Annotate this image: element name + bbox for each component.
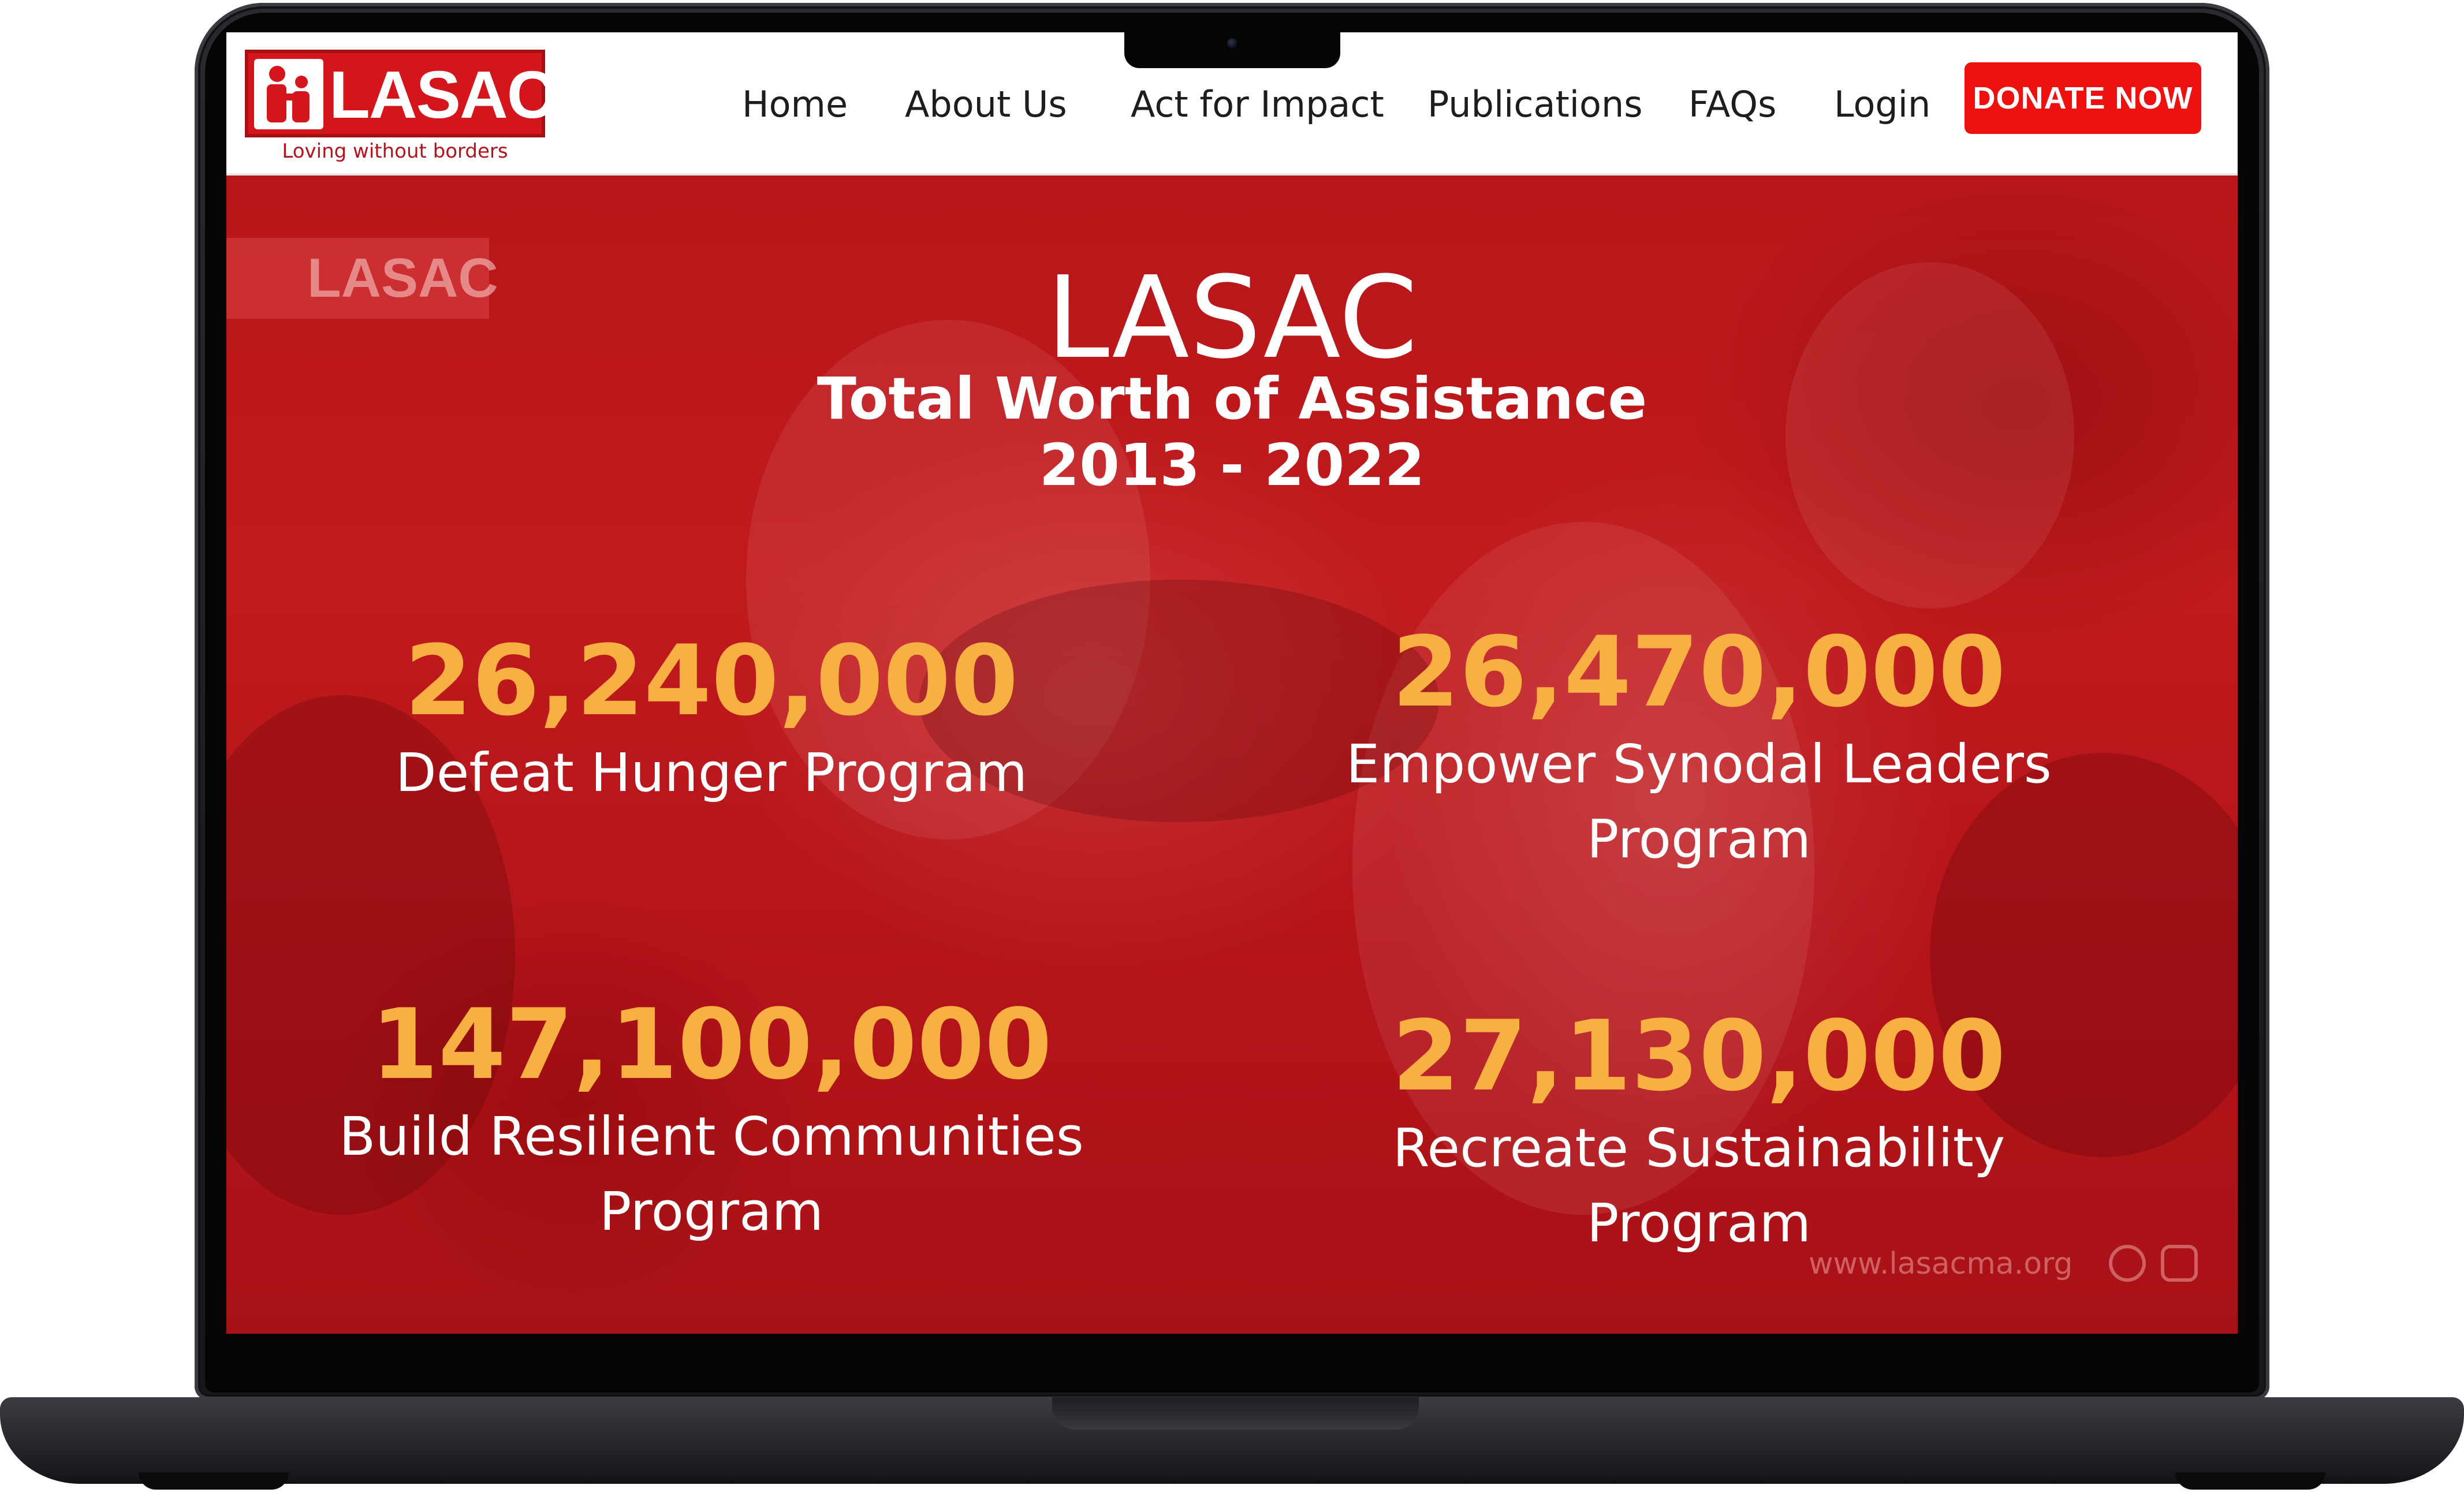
nav-act-for-impact[interactable]: Act for Impact [1131,79,1384,130]
hero-title: LASAC [1046,252,1418,384]
camera-icon [1227,38,1237,48]
stat-value: 147,100,000 [371,988,1052,1101]
laptop-trackpad-notch [1052,1397,1419,1430]
stat-value: 26,240,000 [404,624,1019,737]
browser-screen: LASAC Loving without borders Home About … [226,32,2238,1334]
hero-year-range: 2013 - 2022 [1039,431,1425,499]
nav-about-us[interactable]: About Us [905,79,1067,130]
nav-faqs[interactable]: FAQs [1688,79,1776,130]
hero-banner: LASAC LASAC Total Worth of Assistance 20… [226,176,2238,1334]
nav-home[interactable]: Home [742,79,848,130]
stat-label: Build Resilient Communities Program [339,1106,1084,1242]
stat-empower-synodal-leaders: 26,470,000 Empower Synodal Leaders Progr… [1295,617,2103,877]
stat-label: Empower Synodal Leaders Program [1346,733,2052,870]
donate-now-button[interactable]: DONATE NOW [1965,62,2201,134]
stat-defeat-hunger: 26,240,000 Defeat Hunger Program [307,626,1116,811]
laptop-foot-left [139,1472,289,1490]
stat-label: Recreate Sustainability Program [1392,1117,2006,1254]
stat-recreate-sustainability: 27,130,000 Recreate Sustainability Progr… [1295,1001,2103,1261]
nav-login[interactable]: Login [1834,79,1930,130]
laptop-foot-right [2175,1472,2325,1490]
stat-label: Defeat Hunger Program [395,742,1028,804]
youtube-icon [2161,1245,2198,1282]
hero-subtitle: Total Worth of Assistance [817,365,1647,432]
laptop-notch [1124,30,1340,68]
facebook-icon [2109,1245,2146,1282]
stat-build-resilient-communities: 147,100,000 Build Resilient Communities … [307,990,1116,1249]
nav-publications[interactable]: Publications [1427,79,1643,130]
device-mockup: LASAC Loving without borders Home About … [0,0,2464,1500]
stat-value: 26,470,000 [1392,615,2006,729]
stat-value: 27,130,000 [1392,999,2006,1113]
website-url: www.lasacma.org [1809,1247,2073,1281]
